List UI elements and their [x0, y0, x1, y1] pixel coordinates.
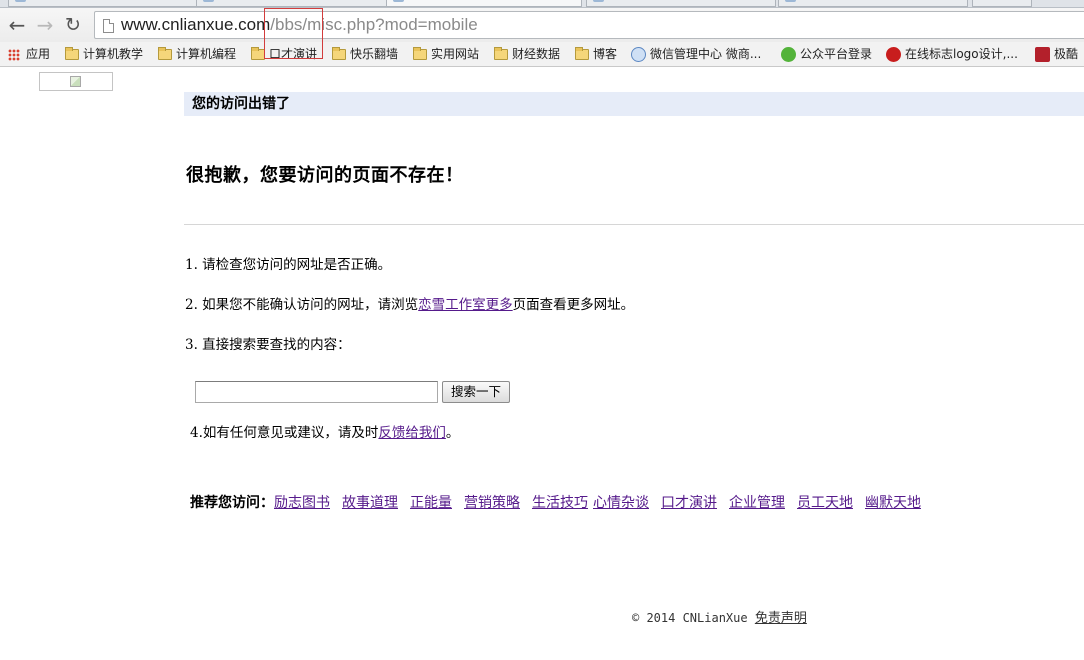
tab-strip: … … … … …	[0, 0, 1084, 8]
recommend-link[interactable]: 故事道理	[342, 495, 398, 511]
favicon-icon	[393, 0, 404, 2]
bookmark-folder[interactable]: 计算机编程	[156, 45, 236, 64]
bookmark-label: 口才演讲	[269, 47, 318, 61]
back-arrow-icon[interactable]: ←	[6, 13, 28, 37]
page-icon	[103, 19, 114, 33]
bookmark-label: 计算机教学	[83, 47, 144, 61]
recommend-link[interactable]: 正能量	[410, 495, 452, 511]
feedback-link[interactable]: 反馈给我们	[378, 425, 446, 441]
recommend-link[interactable]: 励志图书	[274, 495, 330, 511]
bookmark-folder[interactable]: 实用网站	[411, 45, 479, 64]
footer: © 2014 CNLianXue 免责声明	[632, 607, 807, 626]
site-logo-image[interactable]	[39, 72, 113, 91]
tab-title: …	[801, 0, 812, 2]
recommend-link[interactable]: 员工天地	[797, 495, 853, 511]
tip-check-url: 1. 请检查您访问的网址是否正确。	[185, 257, 392, 273]
tab-title: …	[219, 0, 230, 2]
recommend-link[interactable]: 幽默天地	[865, 495, 921, 511]
copyright-text: © 2014 CNLianXue	[632, 611, 755, 625]
folder-icon	[413, 47, 427, 60]
bookmark-folder[interactable]: 计算机教学	[63, 45, 143, 64]
recommend-section: 推荐您访问：励志图书 故事道理 正能量 营销策略 生活技巧 心情杂谈 口才演讲 企业管理 员工天…	[190, 492, 933, 512]
browser-tab-active[interactable]: …	[386, 0, 582, 7]
forward-arrow-icon[interactable]: →	[34, 13, 56, 37]
bookmark-folder[interactable]: 财经数据	[492, 45, 560, 64]
recommend-link[interactable]: 企业管理	[729, 495, 785, 511]
bookmarks-bar: 应用 计算机教学 计算机编程 口才演讲 快乐翻墙 实用网站 财经数据 博客 微信…	[0, 42, 1084, 67]
reload-icon[interactable]: ↻	[62, 13, 84, 37]
bookmark-label: 应用	[26, 47, 51, 61]
url-host: www.cnlianxue.com	[121, 15, 271, 34]
tab-title: …	[409, 0, 420, 2]
apps-icon	[8, 49, 20, 61]
bookmark-label: 实用网站	[431, 47, 480, 61]
tab-title: …	[31, 0, 42, 2]
bookmark-label: 计算机编程	[176, 47, 237, 61]
error-title: 很抱歉，您要访问的页面不存在！	[186, 165, 464, 186]
tip-text: 2. 如果您不能确认访问的网址，请浏览	[185, 297, 419, 313]
browser-tab[interactable]: …	[8, 0, 198, 7]
bookmark-label: 博客	[593, 47, 618, 61]
new-tab-button[interactable]	[972, 0, 1032, 7]
disclaimer-link[interactable]: 免责声明	[755, 611, 807, 626]
url-text[interactable]: www.cnlianxue.com/bbs/misc.php?mod=mobil…	[121, 15, 478, 35]
favicon-icon	[593, 0, 604, 2]
folder-icon	[494, 47, 508, 60]
tip-text: 页面查看更多网址。	[512, 297, 635, 313]
address-bar[interactable]: www.cnlianxue.com/bbs/misc.php?mod=mobil…	[94, 11, 1084, 39]
tip-text: 。	[445, 425, 460, 441]
folder-icon	[332, 47, 346, 60]
bookmark-label: 微信管理中心 微商...	[650, 47, 762, 61]
tip-feedback: 4.如有任何意见或建议，请及时反馈给我们。	[190, 421, 459, 441]
folder-icon	[575, 47, 589, 60]
bookmark-folder[interactable]: 快乐翻墙	[330, 45, 398, 64]
bookmark-apps[interactable]: 应用	[6, 45, 50, 64]
url-path: /bbs/misc.php?mod=mobile	[270, 15, 478, 34]
browser-tab[interactable]: …	[586, 0, 776, 7]
bookmark-logo-design[interactable]: 在线标志logo设计,...	[885, 45, 1018, 64]
bookmark-label: 公众平台登录	[800, 47, 873, 61]
bookmark-label: 快乐翻墙	[350, 47, 399, 61]
tip-search: 3. 直接搜索要查找的内容：	[185, 337, 351, 353]
weixin-icon	[631, 47, 646, 62]
more-pages-link[interactable]: 恋雪工作室更多	[418, 297, 513, 313]
tip-text: 4.如有任何意见或建议，请及时	[190, 425, 379, 441]
tab-title: …	[609, 0, 620, 2]
recommend-link[interactable]: 口才演讲	[661, 495, 717, 511]
browser-tab[interactable]: …	[196, 0, 388, 7]
logo-design-icon	[886, 47, 901, 62]
recommend-link[interactable]: 心情杂谈	[593, 495, 649, 511]
favicon-icon	[785, 0, 796, 2]
bookmark-folder[interactable]: 博客	[573, 45, 617, 64]
recommend-link[interactable]: 生活技巧	[532, 495, 588, 511]
bookmark-label: 极酷	[1054, 47, 1079, 61]
divider	[184, 224, 1084, 225]
folder-icon	[251, 47, 265, 60]
bookmark-wechat[interactable]: 公众平台登录	[780, 45, 872, 64]
favicon-icon	[203, 0, 214, 2]
folder-icon	[65, 47, 79, 60]
tip-browse-more: 2. 如果您不能确认访问的网址，请浏览恋雪工作室更多页面查看更多网址。	[185, 293, 634, 313]
recommend-label: 推荐您访问：	[190, 495, 274, 511]
search-input[interactable]	[195, 381, 438, 403]
broken-image-icon	[70, 76, 81, 87]
wechat-icon	[781, 47, 796, 62]
browser-toolbar: ← → ↻ www.cnlianxue.com/bbs/misc.php?mod…	[0, 8, 1084, 42]
favicon-icon	[15, 0, 26, 2]
jiku-icon	[1035, 47, 1050, 62]
folder-icon	[158, 47, 172, 60]
recommend-link[interactable]: 营销策略	[464, 495, 520, 511]
bookmark-label: 财经数据	[512, 47, 561, 61]
bookmark-folder[interactable]: 口才演讲	[249, 45, 317, 64]
error-header: 您的访问出错了	[184, 92, 1084, 116]
bookmark-weixin[interactable]: 微信管理中心 微商...	[630, 45, 761, 64]
browser-tab[interactable]: …	[778, 0, 968, 7]
bookmark-jiku[interactable]: 极酷	[1034, 45, 1078, 64]
bookmark-label: 在线标志logo设计,...	[905, 47, 1018, 61]
search-button[interactable]: 搜索一下	[442, 381, 510, 403]
